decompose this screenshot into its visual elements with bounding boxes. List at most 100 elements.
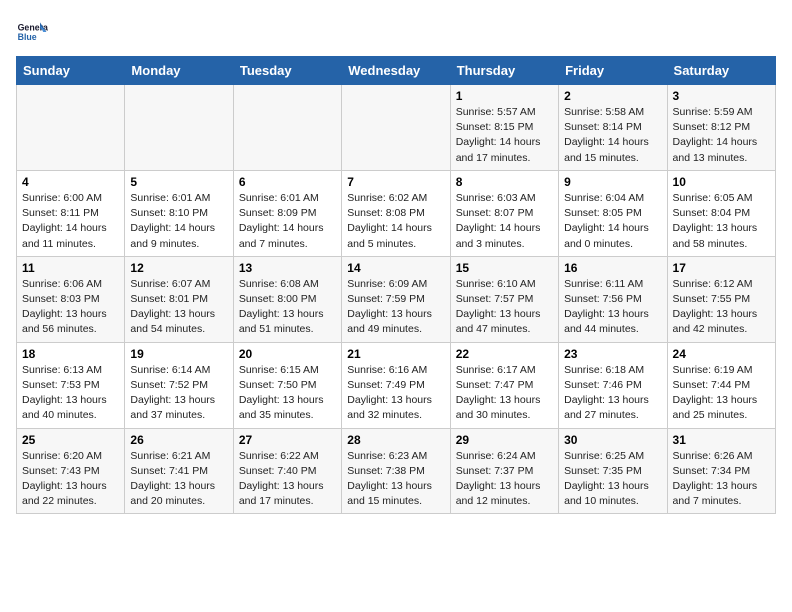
day-number: 24: [673, 347, 770, 361]
empty-cell: [125, 85, 233, 171]
empty-cell: [342, 85, 450, 171]
day-cell-17: 17 Sunrise: 6:12 AMSunset: 7:55 PMDayligh…: [667, 256, 775, 342]
day-info: Sunrise: 6:11 AMSunset: 7:56 PMDaylight:…: [564, 277, 661, 338]
day-number: 20: [239, 347, 336, 361]
day-cell-2: 2Sunrise: 5:58 AMSunset: 8:14 PMDaylight…: [559, 85, 667, 171]
day-info: Sunrise: 5:57 AMSunset: 8:15 PMDaylight:…: [456, 105, 553, 166]
day-info: Sunrise: 6:08 AMSunset: 8:00 PMDaylight:…: [239, 277, 336, 338]
day-info: Sunrise: 6:15 AMSunset: 7:50 PMDaylight:…: [239, 363, 336, 424]
weekday-header-sunday: Sunday: [17, 57, 125, 85]
day-cell-21: 21Sunrise: 6:16 AMSunset: 7:49 PMDayligh…: [342, 342, 450, 428]
day-info: Sunrise: 6:03 AMSunset: 8:07 PMDaylight:…: [456, 191, 553, 252]
day-info: Sunrise: 6:05 AMSunset: 8:04 PMDaylight:…: [673, 191, 770, 252]
day-number: 27: [239, 433, 336, 447]
day-info: Sunrise: 6:12 AMSunset: 7:55 PMDaylight:…: [673, 277, 770, 338]
day-info: Sunrise: 6:14 AMSunset: 7:52 PMDaylight:…: [130, 363, 227, 424]
day-number: 8: [456, 175, 553, 189]
day-number: 6: [239, 175, 336, 189]
day-info: Sunrise: 6:16 AMSunset: 7:49 PMDaylight:…: [347, 363, 444, 424]
day-cell-7: 7 Sunrise: 6:02 AMSunset: 8:08 PMDaylight…: [342, 170, 450, 256]
weekday-header-friday: Friday: [559, 57, 667, 85]
day-cell-31: 31Sunrise: 6:26 AMSunset: 7:34 PMDayligh…: [667, 428, 775, 514]
day-cell-6: 6 Sunrise: 6:01 AMSunset: 8:09 PMDaylight…: [233, 170, 341, 256]
day-number: 18: [22, 347, 119, 361]
day-number: 23: [564, 347, 661, 361]
weekday-header-thursday: Thursday: [450, 57, 558, 85]
day-info: Sunrise: 6:21 AMSunset: 7:41 PMDaylight:…: [130, 449, 227, 510]
day-number: 2: [564, 89, 661, 103]
day-info: Sunrise: 6:25 AMSunset: 7:35 PMDaylight:…: [564, 449, 661, 510]
week-row-2: 4 Sunrise: 6:00 AMSunset: 8:11 PMDaylight…: [17, 170, 776, 256]
day-number: 19: [130, 347, 227, 361]
day-cell-26: 26Sunrise: 6:21 AMSunset: 7:41 PMDayligh…: [125, 428, 233, 514]
day-info: Sunrise: 6:06 AMSunset: 8:03 PMDaylight:…: [22, 277, 119, 338]
day-cell-11: 11 Sunrise: 6:06 AMSunset: 8:03 PMDayligh…: [17, 256, 125, 342]
day-cell-25: 25 Sunrise: 6:20 AMSunset: 7:43 PMDayligh…: [17, 428, 125, 514]
day-info: Sunrise: 6:20 AMSunset: 7:43 PMDaylight:…: [22, 449, 119, 510]
day-number: 14: [347, 261, 444, 275]
day-info: Sunrise: 6:24 AMSunset: 7:37 PMDaylight:…: [456, 449, 553, 510]
day-number: 25: [22, 433, 119, 447]
logo: General Blue: [16, 16, 48, 48]
day-number: 7: [347, 175, 444, 189]
day-info: Sunrise: 6:23 AMSunset: 7:38 PMDaylight:…: [347, 449, 444, 510]
day-number: 1: [456, 89, 553, 103]
day-cell-22: 22 Sunrise: 6:17 AMSunset: 7:47 PMDayligh…: [450, 342, 558, 428]
day-cell-4: 4 Sunrise: 6:00 AMSunset: 8:11 PMDaylight…: [17, 170, 125, 256]
day-info: Sunrise: 6:02 AMSunset: 8:08 PMDaylight:…: [347, 191, 444, 252]
weekday-header-saturday: Saturday: [667, 57, 775, 85]
day-cell-28: 28 Sunrise: 6:23 AMSunset: 7:38 PMDayligh…: [342, 428, 450, 514]
day-cell-15: 15Sunrise: 6:10 AMSunset: 7:57 PMDayligh…: [450, 256, 558, 342]
day-cell-19: 19 Sunrise: 6:14 AMSunset: 7:52 PMDayligh…: [125, 342, 233, 428]
day-cell-29: 29 Sunrise: 6:24 AMSunset: 7:37 PMDayligh…: [450, 428, 558, 514]
day-cell-16: 16 Sunrise: 6:11 AMSunset: 7:56 PMDayligh…: [559, 256, 667, 342]
day-cell-12: 12Sunrise: 6:07 AMSunset: 8:01 PMDayligh…: [125, 256, 233, 342]
day-cell-24: 24Sunrise: 6:19 AMSunset: 7:44 PMDayligh…: [667, 342, 775, 428]
day-info: Sunrise: 6:01 AMSunset: 8:09 PMDaylight:…: [239, 191, 336, 252]
day-cell-23: 23Sunrise: 6:18 AMSunset: 7:46 PMDayligh…: [559, 342, 667, 428]
day-number: 3: [673, 89, 770, 103]
day-cell-1: 1 Sunrise: 5:57 AMSunset: 8:15 PMDaylight…: [450, 85, 558, 171]
day-number: 12: [130, 261, 227, 275]
day-number: 29: [456, 433, 553, 447]
day-number: 22: [456, 347, 553, 361]
day-cell-18: 18 Sunrise: 6:13 AMSunset: 7:53 PMDayligh…: [17, 342, 125, 428]
weekday-header-tuesday: Tuesday: [233, 57, 341, 85]
day-number: 16: [564, 261, 661, 275]
day-number: 30: [564, 433, 661, 447]
day-number: 28: [347, 433, 444, 447]
day-number: 17: [673, 261, 770, 275]
day-cell-14: 14 Sunrise: 6:09 AMSunset: 7:59 PMDayligh…: [342, 256, 450, 342]
day-cell-13: 13 Sunrise: 6:08 AMSunset: 8:00 PMDayligh…: [233, 256, 341, 342]
day-info: Sunrise: 6:10 AMSunset: 7:57 PMDaylight:…: [456, 277, 553, 338]
day-info: Sunrise: 6:26 AMSunset: 7:34 PMDaylight:…: [673, 449, 770, 510]
empty-cell: [233, 85, 341, 171]
day-number: 10: [673, 175, 770, 189]
svg-text:Blue: Blue: [18, 32, 37, 42]
day-cell-5: 5Sunrise: 6:01 AMSunset: 8:10 PMDaylight…: [125, 170, 233, 256]
day-info: Sunrise: 6:17 AMSunset: 7:47 PMDaylight:…: [456, 363, 553, 424]
week-row-5: 25 Sunrise: 6:20 AMSunset: 7:43 PMDayligh…: [17, 428, 776, 514]
weekday-header-row: SundayMondayTuesdayWednesdayThursdayFrid…: [17, 57, 776, 85]
day-number: 4: [22, 175, 119, 189]
logo-icon: General Blue: [16, 16, 48, 48]
day-info: Sunrise: 6:09 AMSunset: 7:59 PMDaylight:…: [347, 277, 444, 338]
week-row-3: 11 Sunrise: 6:06 AMSunset: 8:03 PMDayligh…: [17, 256, 776, 342]
day-number: 13: [239, 261, 336, 275]
day-cell-9: 9 Sunrise: 6:04 AMSunset: 8:05 PMDaylight…: [559, 170, 667, 256]
day-number: 11: [22, 261, 119, 275]
day-number: 5: [130, 175, 227, 189]
header: General Blue: [16, 16, 776, 48]
day-cell-30: 30 Sunrise: 6:25 AMSunset: 7:35 PMDayligh…: [559, 428, 667, 514]
day-info: Sunrise: 6:13 AMSunset: 7:53 PMDaylight:…: [22, 363, 119, 424]
day-info: Sunrise: 6:04 AMSunset: 8:05 PMDaylight:…: [564, 191, 661, 252]
week-row-1: 1 Sunrise: 5:57 AMSunset: 8:15 PMDaylight…: [17, 85, 776, 171]
calendar-table: SundayMondayTuesdayWednesdayThursdayFrid…: [16, 56, 776, 514]
empty-cell: [17, 85, 125, 171]
week-row-4: 18 Sunrise: 6:13 AMSunset: 7:53 PMDayligh…: [17, 342, 776, 428]
day-cell-20: 20 Sunrise: 6:15 AMSunset: 7:50 PMDayligh…: [233, 342, 341, 428]
day-number: 9: [564, 175, 661, 189]
day-cell-3: 3Sunrise: 5:59 AMSunset: 8:12 PMDaylight…: [667, 85, 775, 171]
day-cell-10: 10 Sunrise: 6:05 AMSunset: 8:04 PMDayligh…: [667, 170, 775, 256]
day-info: Sunrise: 6:00 AMSunset: 8:11 PMDaylight:…: [22, 191, 119, 252]
